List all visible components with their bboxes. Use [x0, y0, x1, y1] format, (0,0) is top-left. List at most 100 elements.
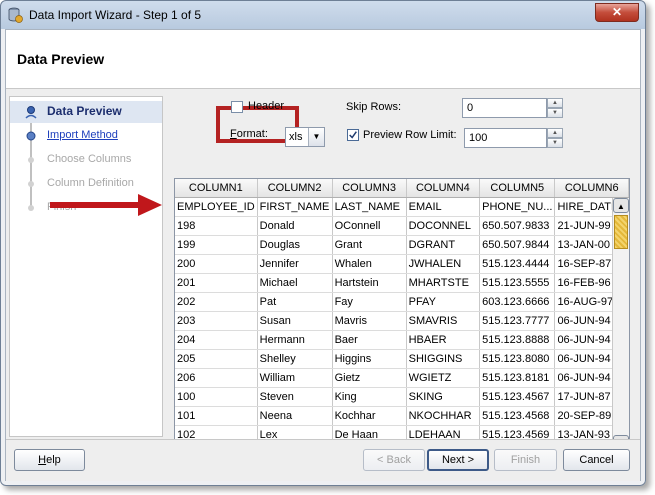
table-cell: Fay [332, 292, 407, 312]
table-cell: HBAER [406, 330, 481, 350]
column-header[interactable]: COLUMN4 [406, 179, 481, 198]
column-header[interactable]: COLUMN2 [257, 179, 333, 198]
red-arrow-icon [50, 194, 162, 216]
nav-step-label: Choose Columns [47, 153, 132, 165]
table-row[interactable]: 100 Steven King SKING 515.123.4567 17-JUN-87 … [175, 387, 629, 407]
step-disabled-icon [28, 181, 34, 187]
preview-limit-label: Preview Row Limit: [363, 129, 457, 141]
table-row[interactable]: 204 Hermann Baer HBAER 515.123.8888 06-JUN-94… [175, 330, 629, 350]
table-cell: Whalen [332, 254, 407, 274]
table-cell: Baer [332, 330, 407, 350]
table-cell: Kochhar [332, 406, 407, 426]
table-row[interactable]: 199 Douglas Grant DGRANT 650.507.9844 13-JAN-… [175, 235, 629, 255]
step-disabled-icon [28, 157, 34, 163]
table-cell: 198 [175, 216, 258, 236]
button-bar: Help < Back Next > Finish Cancel [6, 439, 640, 481]
table-row[interactable]: 206 William Gietz WGIETZ 515.123.8181 06-JUN-… [175, 368, 629, 388]
format-select[interactable]: xls ▼ [285, 127, 325, 147]
table-cell: SMAVRIS [406, 311, 481, 331]
nav-step-import-method[interactable]: Import Method [10, 125, 162, 147]
back-button[interactable]: < Back [363, 449, 425, 471]
window-title: Data Import Wizard - Step 1 of 5 [29, 8, 202, 22]
wizard-steps-nav: Data Preview Import Method Choose Column… [9, 96, 163, 437]
vertical-scroll-thumb[interactable] [614, 215, 628, 249]
wizard-content: Data Preview Data Preview Import Method … [5, 29, 641, 481]
table-cell: 100 [175, 387, 258, 407]
nav-step-column-definition: Column Definition [10, 173, 162, 195]
nav-step-label: Column Definition [47, 177, 134, 189]
nav-step-label: Import Method [47, 129, 118, 141]
step-active-icon [25, 106, 37, 119]
table-row[interactable]: 205 Shelley Higgins SHIGGINS 515.123.8080 06-… [175, 349, 629, 369]
next-button[interactable]: Next > [427, 449, 489, 471]
table-cell: Pat [257, 292, 333, 312]
table-row[interactable]: 201 Michael Hartstein MHARTSTE 515.123.5555 1… [175, 273, 629, 293]
table-cell: 515.123.5555 [479, 273, 556, 293]
table-cell: DOCONNEL [406, 216, 481, 236]
close-button[interactable]: ✕ [595, 3, 639, 22]
table-cell: Neena [257, 406, 333, 426]
preview-limit-spinner[interactable]: ▲ ▼ [547, 128, 563, 148]
table-row[interactable]: 198 Donald OConnell DOCONNEL 650.507.9833 21-… [175, 216, 629, 236]
table-row[interactable]: 200 Jennifer Whalen JWHALEN 515.123.4444 16-S… [175, 254, 629, 274]
header-checkbox[interactable] [231, 101, 243, 113]
close-icon: ✕ [611, 5, 623, 19]
table-cell: Donald [257, 216, 333, 236]
table-cell: 199 [175, 235, 258, 255]
table-cell: SKING [406, 387, 481, 407]
nav-step-data-preview[interactable]: Data Preview [10, 101, 162, 123]
table-cell: 515.123.4567 [479, 387, 556, 407]
table-row[interactable]: 202 Pat Fay PFAY 603.123.6666 16-AUG-97 . [175, 292, 629, 312]
table-cell: EMAIL [406, 197, 481, 217]
table-cell: Hermann [257, 330, 333, 350]
table-cell: LAST_NAME [332, 197, 407, 217]
table-cell: 101 [175, 406, 258, 426]
column-header[interactable]: COLUMN3 [332, 179, 407, 198]
table-row[interactable]: EMPLOYEE_ID FIRST_NAME LAST_NAME EMAIL PHONE… [175, 197, 629, 217]
skip-rows-input[interactable]: 0 [462, 98, 547, 118]
scroll-up-icon[interactable]: ▲ [613, 198, 629, 213]
page-title: Data Preview [17, 51, 105, 67]
step-next-icon [26, 131, 36, 141]
column-header[interactable]: COLUMN5 [479, 179, 556, 198]
table-cell: Higgins [332, 349, 407, 369]
table-cell: WGIETZ [406, 368, 481, 388]
column-header[interactable]: COLUMN1 [175, 179, 258, 198]
spin-down-icon[interactable]: ▼ [547, 108, 563, 118]
finish-button[interactable]: Finish [494, 449, 557, 471]
cancel-button[interactable]: Cancel [563, 449, 630, 471]
help-button[interactable]: Help [14, 449, 85, 471]
table-cell: 206 [175, 368, 258, 388]
table-cell: SHIGGINS [406, 349, 481, 369]
wizard-window: Data Import Wizard - Step 1 of 5 ✕ Data … [0, 0, 646, 486]
spin-up-icon[interactable]: ▲ [547, 128, 563, 138]
database-app-icon [8, 7, 23, 23]
column-header[interactable]: COLUMN6 [554, 179, 629, 198]
preview-limit-input[interactable]: 100 [464, 128, 547, 148]
table-cell: Susan [257, 311, 333, 331]
table-cell: King [332, 387, 407, 407]
table-cell: Steven [257, 387, 333, 407]
table-cell: 204 [175, 330, 258, 350]
title-bar[interactable]: Data Import Wizard - Step 1 of 5 ✕ [1, 1, 645, 29]
spin-down-icon[interactable]: ▼ [547, 138, 563, 148]
table-cell: PHONE_NU... [479, 197, 556, 217]
table-cell: 200 [175, 254, 258, 274]
table-cell: William [257, 368, 333, 388]
preview-limit-checkbox[interactable] [347, 129, 359, 141]
skip-rows-spinner[interactable]: ▲ ▼ [547, 98, 563, 118]
vertical-scrollbar[interactable]: ▲ ▼ [612, 198, 629, 450]
spin-up-icon[interactable]: ▲ [547, 98, 563, 108]
chevron-down-icon[interactable]: ▼ [308, 128, 324, 146]
table-cell: Jennifer [257, 254, 333, 274]
nav-step-label: Data Preview [47, 104, 122, 118]
table-cell: OConnell [332, 216, 407, 236]
table-cell: PFAY [406, 292, 481, 312]
skip-rows-label: Skip Rows: [346, 101, 402, 113]
table-cell: 201 [175, 273, 258, 293]
table-row[interactable]: 101 Neena Kochhar NKOCHHAR 515.123.4568 20-SE… [175, 406, 629, 426]
table-cell: 603.123.6666 [479, 292, 556, 312]
data-preview-grid[interactable]: COLUMN1 COLUMN2 COLUMN3 COLUMN4 COLUMN5 COLUM… [174, 178, 630, 467]
table-row[interactable]: 203 Susan Mavris SMAVRIS 515.123.7777 06-JUN-… [175, 311, 629, 331]
step-disabled-icon [28, 205, 34, 211]
